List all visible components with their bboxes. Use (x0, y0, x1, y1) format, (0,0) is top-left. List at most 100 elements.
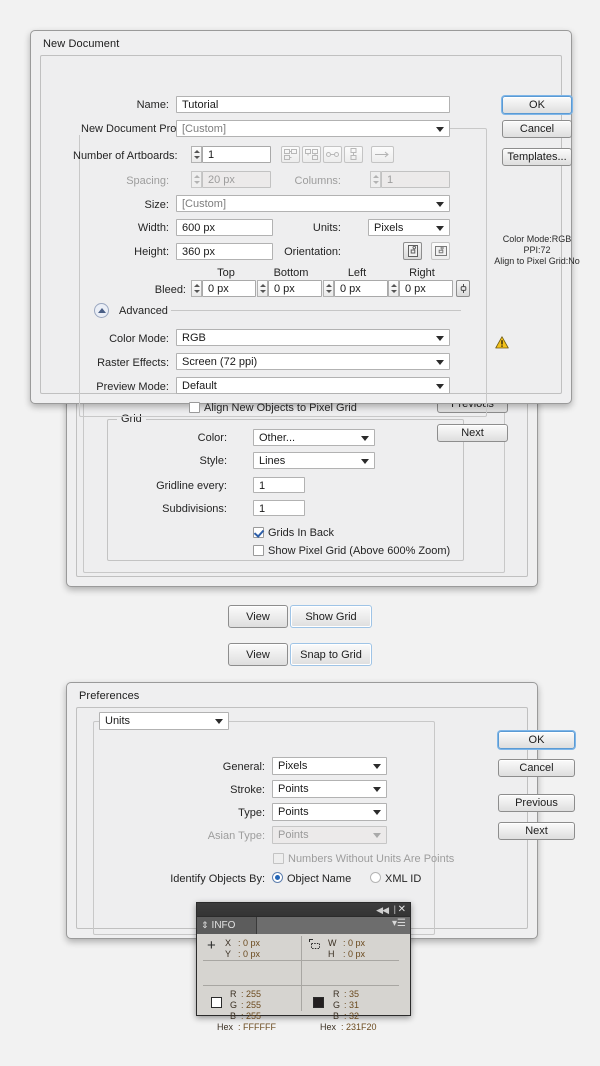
show-pixel-grid-label: Show Pixel Grid (Above 600% Zoom) (268, 545, 451, 557)
profile-value: [Custom] (182, 123, 227, 135)
info-panel-tab[interactable]: ⇕ INFO (197, 917, 257, 934)
grid-style-select[interactable]: Lines (253, 452, 375, 469)
view-menu-label-2: View (246, 648, 270, 661)
info-x-value: : 0 px (238, 938, 261, 948)
bleed-bottom-stepper[interactable] (257, 280, 268, 297)
units-select[interactable]: Pixels (368, 219, 450, 236)
view-menu-label-1: View (246, 610, 270, 623)
collapse-icon[interactable]: ◀◀ (376, 905, 389, 916)
type-units-select[interactable]: Points (272, 803, 387, 821)
advanced-divider (171, 310, 461, 311)
units-value: Pixels (374, 222, 404, 234)
bleed-right-stepper[interactable] (388, 280, 399, 297)
identify-object-name-radio[interactable] (272, 872, 283, 883)
preview-mode-select[interactable]: Default (176, 377, 450, 394)
spacing-stepper[interactable] (191, 171, 202, 188)
orientation-label: Orientation: (284, 246, 341, 258)
new-document-cancel-button[interactable]: Cancel (502, 120, 572, 138)
general-units-select[interactable]: Pixels (272, 757, 387, 775)
units-label: Units: (312, 222, 341, 234)
snap-to-grid-label: Snap to Grid (300, 648, 362, 661)
identify-xml-id-radio[interactable] (370, 872, 381, 883)
profile-select[interactable]: [Custom] (176, 120, 450, 137)
bleed-top-input[interactable]: 0 px (202, 280, 256, 297)
info-stroke-hex-value: : 231F20 (341, 1022, 377, 1032)
preferences-ok-button[interactable]: OK (498, 731, 575, 749)
size-select[interactable]: [Custom] (176, 195, 450, 212)
grid-color-select[interactable]: Other... (253, 429, 375, 446)
numbers-without-units-checkbox[interactable] (273, 853, 284, 864)
view-menu-button-1[interactable]: View (228, 605, 288, 628)
landscape-icon (434, 246, 447, 256)
artboards-input[interactable]: 1 (202, 146, 271, 163)
grids-in-back-checkbox[interactable] (253, 527, 264, 538)
height-input[interactable]: 360 px (176, 243, 273, 260)
color-mode-select[interactable]: RGB (176, 329, 450, 346)
info-stroke-r-value: : 35 (344, 989, 360, 999)
gridline-every-input[interactable]: 1 (253, 477, 305, 493)
snap-to-grid-menu-item[interactable]: Snap to Grid (290, 643, 372, 666)
arrow-right-glyph (375, 151, 389, 158)
stroke-units-select[interactable]: Points (272, 780, 387, 798)
info-w-label: W (328, 938, 337, 948)
size-value: [Custom] (182, 198, 227, 210)
link-chain-icon (460, 284, 466, 293)
name-input[interactable]: Tutorial (176, 96, 450, 113)
info-h-value: : 0 px (343, 949, 366, 959)
bleed-bottom-input[interactable]: 0 px (268, 280, 322, 297)
grid-style-value: Lines (259, 455, 286, 467)
advanced-disclosure-toggle[interactable] (94, 303, 109, 318)
artboard-direction-icon[interactable] (371, 146, 394, 163)
new-document-ok-button[interactable]: OK (502, 96, 572, 114)
warning-icon (495, 336, 509, 349)
align-pixel-grid-checkbox[interactable] (189, 402, 200, 413)
artboards-stepper[interactable] (191, 146, 202, 163)
width-input[interactable]: 600 px (176, 219, 273, 236)
grid-next-button[interactable]: Next (437, 424, 508, 442)
bleed-right-input[interactable]: 0 px (399, 280, 453, 297)
artboard-arrange-by-column-icon[interactable] (344, 146, 363, 163)
preferences-title: Preferences (79, 690, 140, 702)
subdivisions-input[interactable]: 1 (253, 500, 305, 516)
artboard-arrange-by-row-icon[interactable] (323, 146, 342, 163)
artboard-grid-by-column-icon[interactable] (302, 146, 321, 163)
orientation-portrait-button[interactable] (403, 242, 422, 260)
preferences-next-button[interactable]: Next (498, 822, 575, 840)
new-document-templates-button[interactable]: Templates... (502, 148, 572, 166)
warning-triangle-glyph (495, 336, 509, 349)
preferences-previous-button[interactable]: Previous (498, 794, 575, 812)
bleed-left-input[interactable]: 0 px (334, 280, 388, 297)
info-horizontal-separator-2 (203, 985, 399, 986)
info-vertical-separator (301, 936, 302, 1011)
asian-type-units-select[interactable]: Points (272, 826, 387, 844)
grid-next-label: Next (461, 427, 484, 439)
preferences-cancel-button[interactable]: Cancel (498, 759, 575, 777)
spacing-input[interactable]: 20 px (202, 171, 271, 188)
gridline-every-label: Gridline every: (156, 480, 227, 492)
chevron-down-icon (436, 359, 444, 365)
height-label: Height: (134, 246, 169, 258)
show-grid-label: Show Grid (305, 610, 357, 623)
preferences-section-select[interactable]: Units (99, 712, 229, 730)
columns-input[interactable]: 1 (381, 171, 450, 188)
panel-menu-icon[interactable]: ▾☰ (392, 919, 406, 929)
view-menu-button-2[interactable]: View (228, 643, 288, 666)
artboard-grid-by-row-icon[interactable] (281, 146, 300, 163)
bleed-right-header: Right (409, 267, 435, 279)
orientation-landscape-button[interactable] (431, 242, 450, 260)
info-y-value: : 0 px (238, 949, 261, 959)
bleed-left-stepper[interactable] (323, 280, 334, 297)
templates-label: Templates... (507, 151, 567, 163)
name-label: Name: (136, 99, 169, 111)
bleed-bottom-header: Bottom (273, 267, 309, 279)
close-icon[interactable]: ✕ (398, 904, 406, 915)
show-pixel-grid-checkbox[interactable] (253, 545, 264, 556)
raster-effects-select[interactable]: Screen (72 ppi) (176, 353, 450, 370)
show-grid-menu-item[interactable]: Show Grid (290, 605, 372, 628)
columns-stepper[interactable] (370, 171, 381, 188)
info-panel-body: + X : 0 px Y : 0 px W : 0 px H : 0 px R … (197, 934, 410, 1032)
bleed-top-stepper[interactable] (191, 280, 202, 297)
info-panel-tabrow: ⇕ INFO ▾☰ (197, 917, 410, 934)
bleed-link-button[interactable] (456, 280, 470, 297)
asian-type-label: Asian Type: (207, 830, 265, 842)
